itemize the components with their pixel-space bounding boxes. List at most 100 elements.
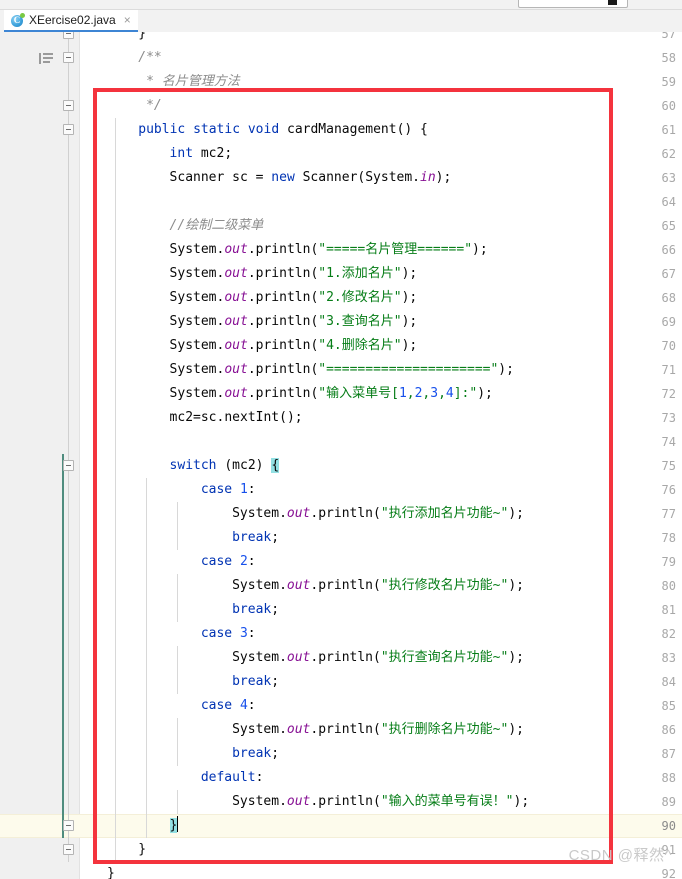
code-line[interactable]: break;: [232, 598, 682, 622]
code-token: out: [224, 362, 248, 377]
fold-toggle-icon[interactable]: [63, 844, 74, 855]
code-line[interactable]: System.out.println("执行添加名片功能~");: [232, 502, 682, 526]
fold-toggle-icon[interactable]: [63, 460, 74, 471]
code-token: ]:": [453, 386, 478, 401]
code-token: "3.查询名片": [318, 314, 402, 329]
code-editor[interactable]: 57} 58/** 59 * 名片管理方法 60 */61 public static …: [0, 32, 682, 879]
code-line[interactable]: * 名片管理方法: [138, 70, 682, 94]
tab-xeercise02-java[interactable]: C XEercise02.java ×: [4, 10, 138, 32]
code-line[interactable]: default:: [201, 766, 682, 790]
indent-guide: [177, 574, 178, 622]
code-line[interactable]: System.out.println("输入的菜单号有误！");: [232, 790, 682, 814]
fold-toggle-icon[interactable]: [63, 100, 74, 111]
fold-toggle-icon[interactable]: [63, 820, 74, 831]
code-token: .println(: [247, 242, 319, 257]
annotation-gutter: [36, 32, 58, 879]
code-line[interactable]: System.out.println("执行查询名片功能~");: [232, 646, 682, 670]
fold-toggle-icon[interactable]: [63, 32, 74, 39]
matched-brace: }: [169, 818, 178, 833]
code-token: new: [271, 170, 295, 185]
code-line[interactable]: System.out.println("2.修改名片");: [170, 286, 682, 310]
code-line[interactable]: case 2:: [201, 550, 682, 574]
code-token: out: [286, 578, 311, 593]
javadoc-annotation-icon[interactable]: [39, 52, 54, 65]
code-token: default: [200, 770, 256, 785]
code-token: out: [224, 338, 248, 353]
code-token: ;: [271, 530, 280, 545]
code-line[interactable]: break;: [232, 742, 682, 766]
code-token: out: [224, 242, 248, 257]
code-token: "输入菜单号[: [318, 386, 399, 401]
code-token: "执行查询名片功能~": [380, 650, 509, 665]
vcs-change-marker: [62, 454, 64, 838]
code-line[interactable]: case 3:: [201, 622, 682, 646]
code-line[interactable]: }: [169, 814, 682, 838]
code-token: System.: [169, 386, 225, 401]
code-line[interactable]: //绘制二级菜单: [170, 214, 682, 238]
code-token: .println(: [247, 314, 319, 329]
code-token: .println(: [247, 362, 319, 377]
fold-toggle-icon[interactable]: [63, 52, 74, 63]
code-token: );: [401, 290, 418, 305]
code-token: );: [508, 722, 524, 737]
code-line[interactable]: /**: [138, 46, 682, 70]
code-line[interactable]: break;: [232, 670, 682, 694]
code-token: case: [200, 554, 233, 569]
code-line[interactable]: [170, 190, 682, 214]
indent-guide: [177, 646, 178, 694]
code-line[interactable]: int mc2;: [170, 142, 682, 166]
code-token: System.: [232, 722, 287, 737]
code-token: System.: [169, 362, 225, 377]
fold-toggle-icon[interactable]: [63, 124, 74, 135]
code-token: mc2;: [193, 146, 233, 161]
code-token: "4.删除名片": [318, 338, 402, 353]
code-token: :: [247, 626, 256, 641]
code-token: System.: [232, 506, 287, 521]
code-line[interactable]: System.out.println("3.查询名片");: [170, 310, 682, 334]
code-token: 4: [239, 698, 248, 713]
code-line[interactable]: Scanner sc = new Scanner(System.in);: [170, 166, 682, 190]
code-line[interactable]: System.out.println("4.删除名片");: [170, 334, 682, 358]
code-token: case: [200, 626, 233, 641]
code-line[interactable]: case 4:: [201, 694, 682, 718]
code-token: .println(: [247, 338, 319, 353]
code-token: .println(: [310, 578, 381, 593]
code-line[interactable]: System.out.println("输入菜单号[1,2,3,4]:");: [170, 382, 682, 406]
line-number-gutter: [0, 32, 36, 879]
code-line[interactable]: public static void cardManagement() {: [138, 118, 682, 142]
code-token: ,: [406, 386, 415, 401]
code-token: "1.添加名片": [318, 266, 402, 281]
code-token: break: [232, 602, 272, 617]
code-line[interactable]: System.out.println("1.添加名片");: [170, 262, 682, 286]
code-token: out: [286, 722, 311, 737]
code-line[interactable]: break;: [232, 526, 682, 550]
code-line[interactable]: */: [138, 94, 682, 118]
code-token: "=====================": [318, 362, 499, 377]
code-line[interactable]: case 1:: [201, 478, 682, 502]
close-icon[interactable]: ×: [124, 14, 131, 26]
code-token: );: [508, 650, 524, 665]
code-line[interactable]: System.out.println("执行删除名片功能~");: [232, 718, 682, 742]
code-line[interactable]: }: [138, 32, 682, 46]
code-token: * 名片管理方法: [138, 74, 240, 89]
code-line[interactable]: mc2=sc.nextInt();: [170, 406, 682, 430]
code-token: case: [200, 698, 233, 713]
code-token: System.: [169, 242, 225, 257]
search-input[interactable]: [518, 0, 628, 8]
code-line[interactable]: System.out.println("====================…: [170, 358, 682, 382]
code-line[interactable]: switch (mc2) {: [170, 454, 682, 478]
code-line[interactable]: [170, 430, 682, 454]
code-token: .println(: [310, 722, 381, 737]
code-token: out: [286, 794, 311, 809]
code-token: static: [193, 122, 241, 137]
code-token: "输入的菜单号有误！": [380, 794, 514, 809]
code-line[interactable]: System.out.println("=====名片管理======");: [170, 238, 682, 262]
code-line[interactable]: System.out.println("执行修改名片功能~");: [232, 574, 682, 598]
indent-guide: [146, 478, 147, 838]
code-token: );: [508, 506, 524, 521]
code-token: void: [247, 122, 280, 137]
code-token: out: [286, 506, 311, 521]
